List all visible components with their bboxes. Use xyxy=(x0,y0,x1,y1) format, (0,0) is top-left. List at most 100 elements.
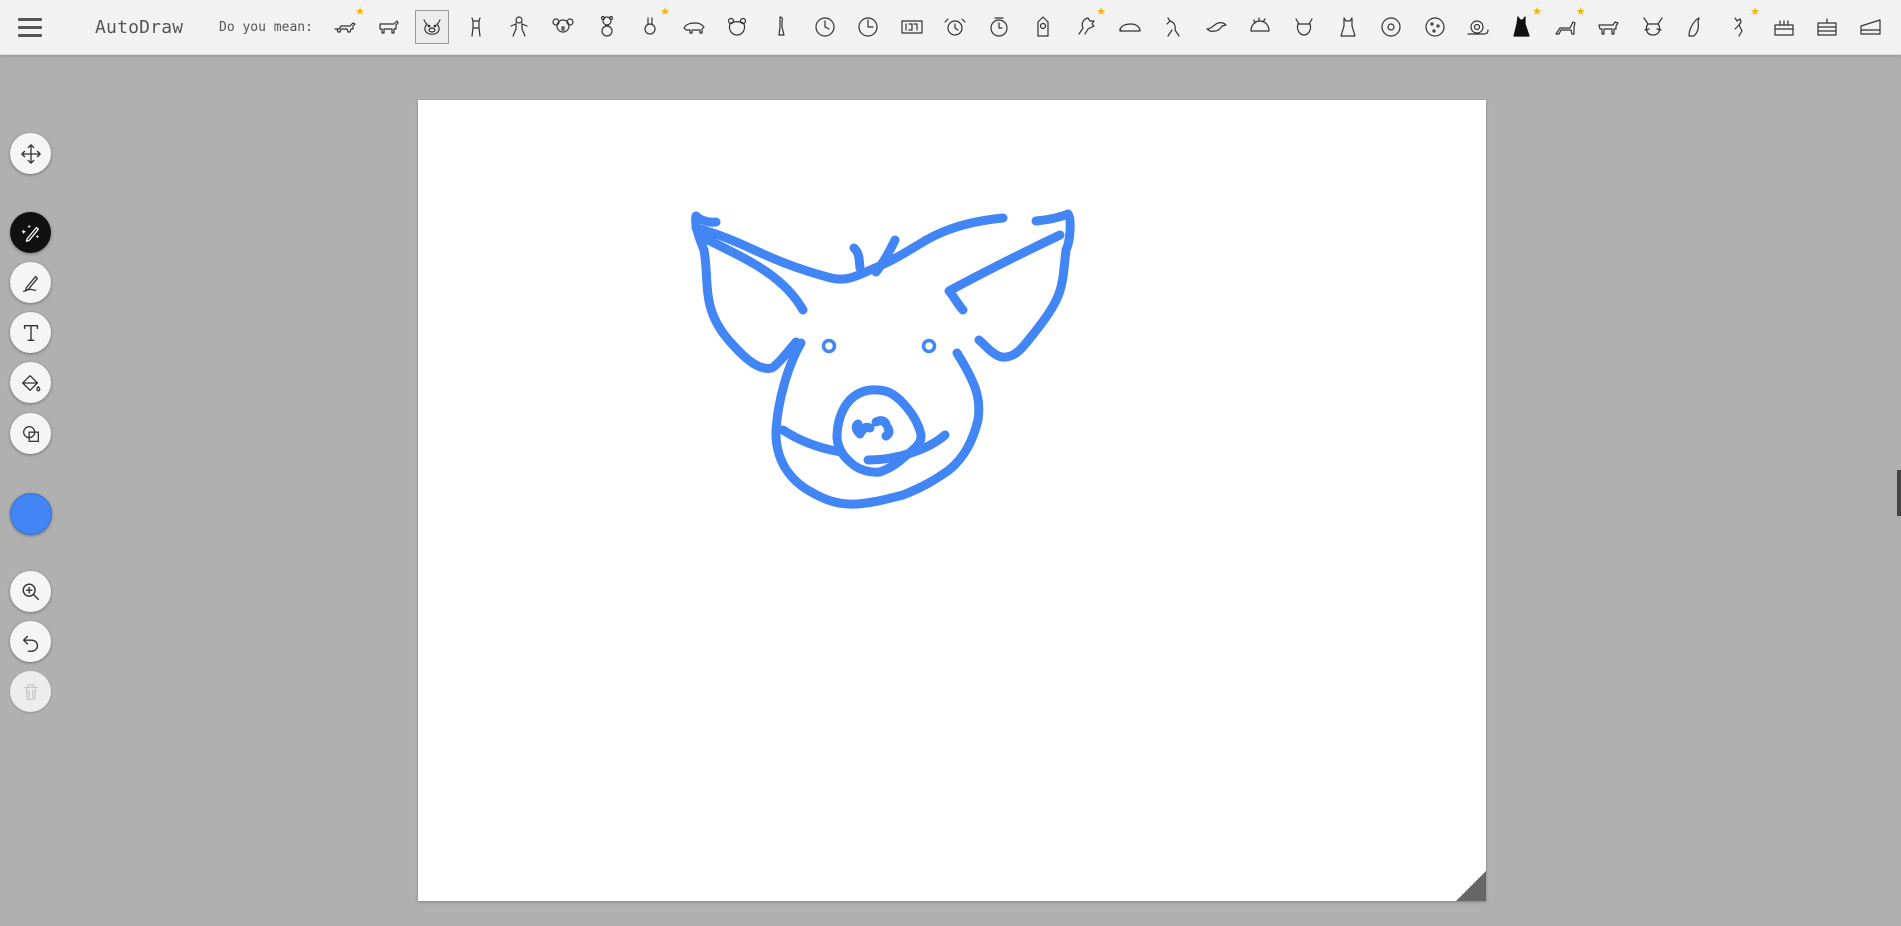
snail-icon xyxy=(1467,20,1490,35)
shapes-icon xyxy=(22,425,39,442)
suggestion-rooster[interactable]: ★ xyxy=(1069,6,1106,44)
dancing-cat-icon xyxy=(1734,17,1743,37)
suggestion-label: Do you mean: xyxy=(219,20,313,35)
cat-head-icon xyxy=(1643,17,1663,36)
suggestion-round-alarm-clock[interactable] xyxy=(982,10,1016,44)
suggestion-digital-clock[interactable] xyxy=(895,10,929,44)
type-tool-button[interactable] xyxy=(10,312,51,353)
clock-icon xyxy=(858,17,878,37)
black-cat-icon xyxy=(1513,16,1530,37)
scrollbar-thumb[interactable] xyxy=(1897,470,1901,516)
menu-icon[interactable] xyxy=(18,16,42,38)
suggestion-alarm-clock[interactable] xyxy=(938,10,972,44)
round-alarm-clock-icon xyxy=(990,17,1008,37)
suggestion-donut[interactable] xyxy=(1374,10,1408,44)
drawing-canvas[interactable] xyxy=(418,100,1486,901)
undo-tool-button[interactable] xyxy=(10,621,51,662)
alarm-clock-icon xyxy=(944,18,966,36)
cat-face-icon xyxy=(1295,18,1313,36)
suggestion-standing-animal[interactable] xyxy=(459,10,493,44)
color-picker-swatch[interactable] xyxy=(10,493,52,535)
suggestion-seal[interactable] xyxy=(1679,10,1713,44)
move-icon xyxy=(20,143,41,164)
zoom-in-icon xyxy=(22,583,39,600)
suggestion-cake-slice[interactable] xyxy=(1854,10,1888,44)
suggestion-wall-clock[interactable] xyxy=(808,10,842,44)
suggestion-pig-face[interactable] xyxy=(415,10,450,44)
pig-face-drawing[interactable] xyxy=(418,100,1486,901)
digital-clock-icon xyxy=(901,20,923,34)
suggestion-gingerbread[interactable] xyxy=(502,10,536,44)
paint-bucket-icon xyxy=(21,374,40,391)
suggestion-layer-cake[interactable] xyxy=(1810,10,1844,44)
featured-star-icon: ★ xyxy=(1575,5,1586,18)
rooster-icon xyxy=(1078,17,1095,35)
featured-star-icon: ★ xyxy=(1532,5,1543,18)
dachshund-icon xyxy=(334,22,356,33)
suggestion-cookie[interactable] xyxy=(1418,10,1452,44)
cat-stretch-icon xyxy=(1555,21,1576,35)
suggestion-dog-side[interactable] xyxy=(372,10,406,44)
suggestion-cat-head[interactable] xyxy=(1636,10,1670,44)
suggestion-bear-face[interactable] xyxy=(720,10,754,44)
suggestion-sitting-cat[interactable] xyxy=(1331,10,1365,44)
text-icon xyxy=(23,324,38,341)
canvas-resize-handle[interactable] xyxy=(1456,871,1486,901)
suggestion-koala[interactable] xyxy=(546,10,580,44)
suggestion-polar-bear[interactable] xyxy=(677,10,711,44)
suggestion-dancing-cat[interactable]: ★ xyxy=(1723,6,1760,44)
zoom-tool-button[interactable] xyxy=(10,571,51,612)
koala-icon xyxy=(552,18,574,33)
gingerbread-icon xyxy=(510,16,528,37)
suggestion-cat-stretch[interactable]: ★ xyxy=(1549,6,1586,44)
polar-bear-icon xyxy=(683,22,705,34)
suggestion-bird[interactable] xyxy=(1200,10,1234,44)
bunny-face-icon xyxy=(644,17,656,35)
sleeping-cat-icon xyxy=(1119,23,1141,32)
standing-animal-icon xyxy=(471,17,481,37)
app-title: AutoDraw xyxy=(95,17,184,38)
suggestion-bunny-face[interactable]: ★ xyxy=(633,6,670,44)
delete-tool-button[interactable] xyxy=(10,671,51,712)
cookie-icon xyxy=(1425,17,1445,37)
suggestion-cat-face[interactable] xyxy=(1287,10,1321,44)
move-tool-button[interactable] xyxy=(10,133,51,174)
autodraw-tool-button[interactable] xyxy=(10,212,51,253)
suggestion-snail[interactable] xyxy=(1461,10,1495,44)
clock-tower-icon xyxy=(1036,16,1049,37)
undo-icon xyxy=(22,635,38,652)
autodraw-sparkle-icon xyxy=(20,224,39,242)
top-bar: AutoDraw Do you mean: ★ ★ ★ ★ ★ ★ xyxy=(0,0,1901,55)
suggestion-sleeping-cat[interactable] xyxy=(1113,10,1147,44)
suggestion-clock-tower[interactable] xyxy=(1026,10,1060,44)
suggestion-dachshund[interactable]: ★ xyxy=(328,6,365,44)
pig-face-icon xyxy=(423,19,441,35)
meerkat-icon xyxy=(778,16,785,36)
suggestion-teddy-bear[interactable] xyxy=(590,10,624,44)
suggestion-hedgehog[interactable] xyxy=(1243,10,1277,44)
featured-star-icon: ★ xyxy=(1750,5,1760,18)
shape-tool-button[interactable] xyxy=(10,413,51,454)
featured-star-icon: ★ xyxy=(1096,5,1107,18)
donut-icon xyxy=(1381,17,1401,37)
suggestion-bar: ★ ★ ★ ★ ★ ★ xyxy=(328,6,1888,45)
teddy-bear-icon xyxy=(600,15,613,37)
dog-side-icon xyxy=(378,20,399,34)
seal-icon xyxy=(1688,17,1701,37)
cake-icon xyxy=(1773,20,1794,36)
walking-cat-icon xyxy=(1598,21,1619,35)
cake-slice-icon xyxy=(1860,19,1881,35)
pencil-icon xyxy=(22,275,38,292)
trash-icon xyxy=(23,683,38,700)
sitting-cat-icon xyxy=(1340,17,1356,37)
suggestion-cake[interactable] xyxy=(1767,10,1801,44)
kangaroo-icon xyxy=(1166,17,1180,37)
suggestion-kangaroo[interactable] xyxy=(1156,10,1190,44)
fill-tool-button[interactable] xyxy=(10,362,51,403)
suggestion-black-cat[interactable]: ★ xyxy=(1505,6,1542,44)
suggestion-walking-cat[interactable] xyxy=(1592,10,1626,44)
draw-tool-button[interactable] xyxy=(10,262,51,303)
suggestion-clock[interactable] xyxy=(851,10,885,44)
suggestion-meerkat[interactable] xyxy=(764,10,798,44)
bear-face-icon xyxy=(728,17,747,36)
